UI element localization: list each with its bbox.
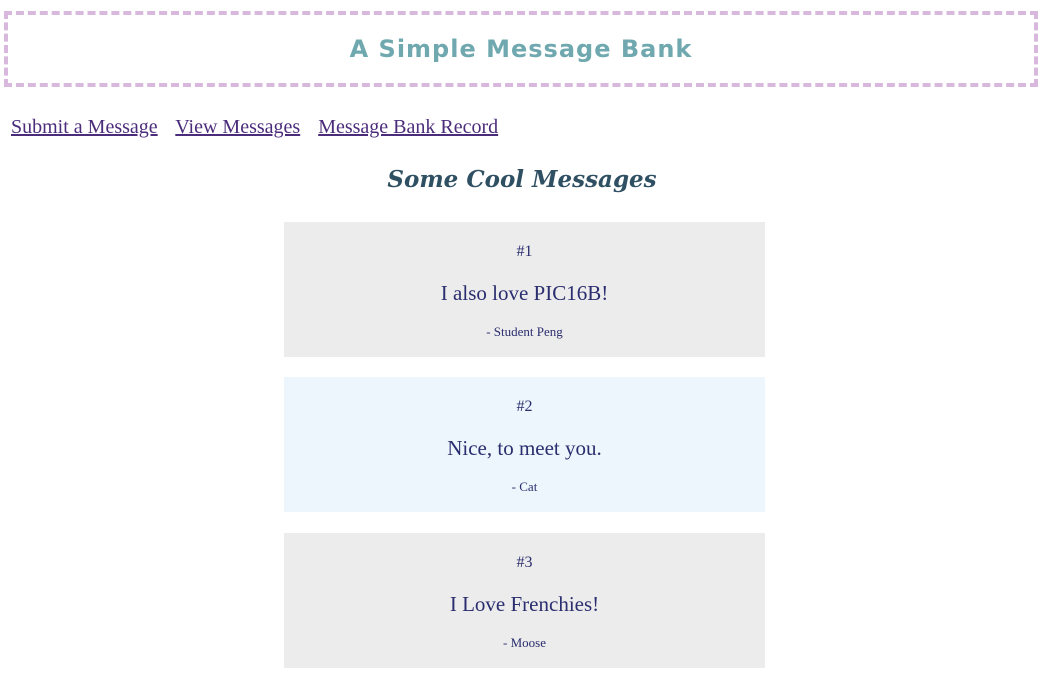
message-number: #1 xyxy=(516,243,533,260)
message-author: - Moose xyxy=(503,635,546,650)
nav-link-view-messages[interactable]: View Messages xyxy=(175,116,300,138)
site-title: A Simple Message Bank xyxy=(349,35,693,63)
message-card: #3 I Love Frenchies! - Moose xyxy=(284,533,765,668)
message-card: #1 I also love PIC16B! - Student Peng xyxy=(284,222,765,357)
message-number: #3 xyxy=(516,554,533,571)
message-text: Nice, to meet you. xyxy=(447,436,602,460)
message-text: I Love Frenchies! xyxy=(449,592,600,616)
message-author: - Cat xyxy=(511,479,538,494)
nav-link-submit-message[interactable]: Submit a Message xyxy=(11,116,158,138)
main-nav: Submit a Message View Messages Message B… xyxy=(11,116,511,139)
message-card: #2 Nice, to meet you. - Cat xyxy=(284,377,765,512)
site-header: A Simple Message Bank xyxy=(4,11,1038,87)
message-author: - Student Peng xyxy=(486,324,563,339)
nav-link-message-bank-record[interactable]: Message Bank Record xyxy=(318,116,498,138)
message-number: #2 xyxy=(516,398,533,415)
section-title: Some Cool Messages xyxy=(387,166,657,193)
message-text: I also love PIC16B! xyxy=(440,281,609,305)
